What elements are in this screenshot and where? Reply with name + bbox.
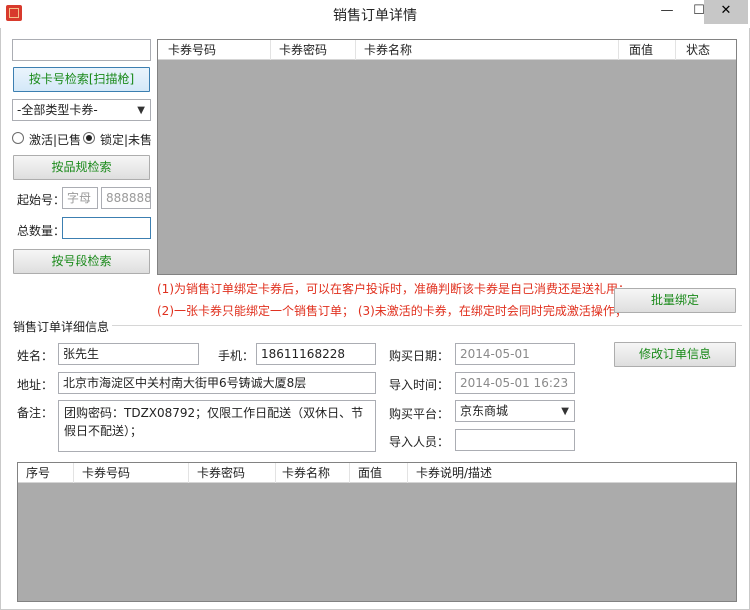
card-type-select[interactable]: -全部类型卡券- ▼ [12, 99, 151, 121]
name-field[interactable]: 张先生 [58, 343, 199, 365]
phone-label: 手机： [218, 349, 255, 363]
bound-grid-col-number[interactable]: 卡券号码 [74, 463, 189, 483]
title-bar: 销售订单详情 — ☐ ✕ [0, 0, 750, 28]
card-number-input[interactable] [12, 39, 151, 61]
card-grid-col-password[interactable]: 卡券密码 [271, 40, 356, 60]
chevron-down-icon: ▼ [137, 105, 145, 116]
total-quantity-input[interactable] [62, 217, 151, 239]
section-divider [112, 325, 742, 326]
bound-card-grid[interactable]: 序号 卡券号码 卡券密码 卡券名称 面值 卡券说明/描述 [17, 462, 737, 602]
start-prefix-input[interactable]: 字母 [62, 187, 98, 209]
scan-search-button[interactable]: 按卡号检索[扫描枪] [13, 67, 150, 92]
name-label: 姓名： [17, 349, 54, 363]
batch-bind-button[interactable]: 批量绑定 [614, 288, 736, 313]
card-type-select-value: -全部类型卡券- [17, 103, 98, 117]
card-grid-col-status[interactable]: 状态 [676, 40, 736, 60]
card-grid[interactable]: 卡券号码 卡券密码 卡券名称 面值 状态 [157, 39, 737, 275]
import-time-field[interactable]: 2014-05-01 16:23 [455, 372, 575, 394]
address-label: 地址： [17, 378, 54, 392]
purchase-date-field[interactable]: 2014-05-01 [455, 343, 575, 365]
radio-activated-label: 激活|已售 [29, 133, 82, 147]
platform-select[interactable]: 京东商城 ▼ [455, 400, 575, 422]
card-grid-col-number[interactable]: 卡券号码 [158, 40, 271, 60]
bound-grid-col-description[interactable]: 卡券说明/描述 [408, 463, 736, 483]
card-grid-header: 卡券号码 卡券密码 卡券名称 面值 状态 [158, 40, 736, 60]
spec-search-button[interactable]: 按品规检索 [13, 155, 150, 180]
bound-grid-col-index[interactable]: 序号 [18, 463, 74, 483]
bound-grid-header: 序号 卡券号码 卡券密码 卡券名称 面值 卡券说明/描述 [18, 463, 736, 483]
radio-locked[interactable] [83, 132, 95, 144]
window-title: 销售订单详情 [333, 8, 417, 24]
importer-field[interactable] [455, 429, 575, 451]
platform-select-value: 京东商城 [460, 404, 509, 418]
close-icon[interactable]: ✕ [704, 0, 748, 24]
start-number-input[interactable]: 88888888 [101, 187, 151, 209]
total-label: 总数量： [17, 224, 66, 238]
detail-section-title: 销售订单详细信息 [13, 320, 110, 334]
radio-locked-label: 锁定|未售 [100, 133, 153, 147]
importer-label: 导入人员： [389, 435, 450, 449]
card-grid-col-value[interactable]: 面值 [619, 40, 676, 60]
minimize-icon[interactable]: — [650, 0, 684, 24]
import-time-label: 导入时间： [389, 378, 450, 392]
remark-label: 备注： [17, 406, 54, 420]
phone-field[interactable]: 18611168228 [256, 343, 376, 365]
address-field[interactable]: 北京市海淀区中关村南大街甲6号铸诚大厦8层 [58, 372, 376, 394]
card-grid-col-name[interactable]: 卡券名称 [356, 40, 619, 60]
segment-search-button[interactable]: 按号段检索 [13, 249, 150, 274]
chevron-down-icon: ▼ [561, 406, 569, 417]
platform-label: 购买平台： [389, 407, 450, 421]
start-no-label: 起始号： [17, 193, 66, 207]
radio-activated[interactable] [12, 132, 24, 144]
bound-grid-col-name[interactable]: 卡券名称 [276, 463, 350, 483]
note-line-2: (2)一张卡券只能绑定一个销售订单； (3)未激活的卡券，在绑定时会同时完成激活… [157, 304, 627, 318]
note-line-1: (1)为销售订单绑定卡券后，可以在客户投诉时，准确判断该卡券是自己消费还是送礼用… [157, 282, 631, 296]
purchase-date-label: 购买日期： [389, 349, 450, 363]
remark-field[interactable]: 团购密码：TDZX08792；仅限工作日配送（双休日、节假日不配送）； [58, 400, 376, 452]
modify-order-button[interactable]: 修改订单信息 [614, 342, 736, 367]
bound-grid-col-value[interactable]: 面值 [350, 463, 408, 483]
bound-grid-col-password[interactable]: 卡券密码 [189, 463, 276, 483]
